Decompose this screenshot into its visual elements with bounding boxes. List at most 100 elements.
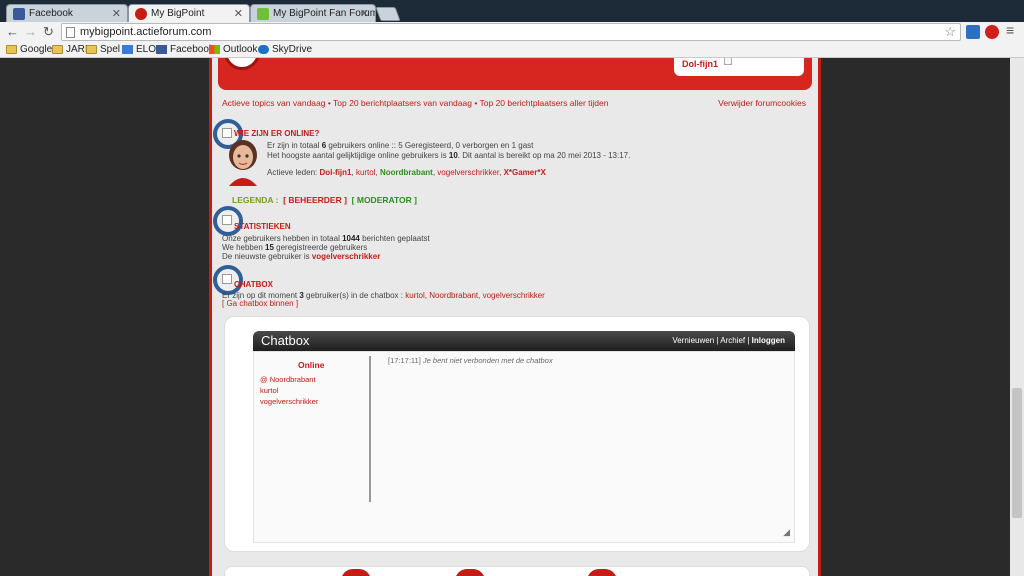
chatbox-header: Chatbox Vernieuwen | Archief | Inloggen [253, 331, 795, 351]
chat-user[interactable]: @ Noordbrabant [260, 374, 318, 385]
back-icon[interactable]: ← [6, 24, 19, 39]
bookmark-label: ELO [136, 44, 157, 55]
stats-section-title: STATISTIEKEN [234, 222, 291, 231]
tab-facebook[interactable]: Facebook ✕ [6, 4, 128, 22]
tab-bar: Facebook ✕ My BigPoint ✕ My BigPoint Fan… [0, 0, 1024, 22]
users-count: 15 [265, 243, 274, 252]
message-text: Je bent niet verbonden met de chatbox [422, 356, 553, 365]
bookmark-facebook[interactable]: Facebook [156, 44, 214, 55]
chatbox-body: Online @ Noordbrabant kurtol vogelversch… [253, 351, 795, 543]
page-scrollbar[interactable] [1010, 58, 1024, 576]
bookmark-label: Google [20, 44, 53, 55]
member-link[interactable]: Noordbrabant [380, 168, 433, 177]
new-tab-button[interactable] [375, 7, 401, 21]
refresh-link[interactable]: Vernieuwen [672, 336, 714, 345]
legend-moderator-link[interactable]: [ MODERATOR ] [352, 195, 417, 205]
chatbox-panel: Chatbox Vernieuwen | Archief | Inloggen … [224, 316, 810, 552]
folder-icon [86, 45, 97, 54]
record-count: 10 [448, 151, 458, 160]
close-icon[interactable]: ✕ [112, 7, 121, 20]
forward-icon[interactable]: → [24, 24, 37, 39]
posts-count: 1044 [342, 234, 360, 243]
outlook-extension-icon[interactable] [966, 25, 980, 39]
member-link[interactable]: vogelverschrikker [437, 168, 499, 177]
member-link[interactable]: Dol-fijn1 [319, 168, 351, 177]
broken-image-icon [222, 128, 232, 138]
text: geregistreerde gebruikers [273, 243, 368, 252]
enter-chatbox-link[interactable]: [ Ga chatbox binnen ] [222, 299, 298, 308]
bookmark-label: SkyDrive [272, 44, 313, 55]
text: De nieuwste gebruiker is [222, 252, 312, 261]
tab-label: Facebook [29, 8, 73, 19]
bookmark-outlook[interactable]: Outlook [209, 44, 257, 55]
archive-link[interactable]: Archief [720, 336, 745, 345]
reload-icon[interactable]: ↻ [43, 24, 54, 40]
microsoft-icon [209, 45, 220, 54]
online-section-title[interactable]: WIE ZIJN ER ONLINE? [234, 129, 319, 138]
bigpoint-badge-icon[interactable] [587, 569, 617, 576]
bigpoint-badge-icon[interactable] [455, 569, 485, 576]
close-icon[interactable]: ✕ [234, 7, 243, 20]
chatbox-links: Vernieuwen | Archief | Inloggen [672, 336, 785, 345]
message-time: [17:17:11] [388, 356, 421, 365]
bookmark-label: Spel [100, 44, 121, 55]
chatbox-title: Chatbox [261, 333, 310, 348]
bookmark-jari[interactable]: JARI [52, 44, 88, 55]
top-header-box: Dol-fijn1 [218, 58, 812, 90]
facebook-icon [13, 8, 25, 20]
cloud-icon [258, 45, 269, 54]
chat-message: [17:17:11] Je bent niet verbonden met de… [388, 356, 553, 365]
member-link[interactable]: X*Gamer*X [504, 168, 546, 177]
chat-users-links[interactable]: kurtol, Noordbrabant, vogelverschrikker [405, 291, 545, 300]
tab-my-bigpoint[interactable]: My BigPoint ✕ [128, 4, 250, 22]
bigpoint-icon [135, 8, 147, 20]
legend-admin-link[interactable]: [ BEHEERDER ] [283, 195, 347, 205]
member-link[interactable]: kurtol [356, 168, 376, 177]
legend-label: LEGENDA : [232, 195, 279, 205]
bookmark-label: Outlook [223, 44, 258, 55]
page-icon [66, 27, 75, 38]
bookmark-elo[interactable]: ELO [122, 44, 156, 55]
menu-icon[interactable]: ≡ [1006, 22, 1014, 38]
document-icon[interactable] [724, 58, 732, 65]
legend: LEGENDA : [ BEHEERDER ] [ MODERATOR ] [232, 195, 417, 205]
bookmark-skydrive[interactable]: SkyDrive [258, 44, 312, 55]
elo-icon [122, 45, 133, 54]
chat-user[interactable]: vogelverschrikker [260, 396, 318, 407]
address-bar[interactable]: mybigpoint.actieforum.com ☆ [61, 23, 961, 41]
text: gebruiker(s) in de chatbox : [303, 291, 406, 300]
resize-handle-icon[interactable]: ◢ [783, 527, 790, 538]
bigpoint-badge-icon[interactable] [341, 569, 371, 576]
forum-content: Dol-fijn1 Actieve topics van vandaag • T… [209, 58, 821, 576]
tab-fan-forum[interactable]: My BigPoint Fan Forum - ✕ [250, 4, 376, 22]
chat-user[interactable]: kurtol [260, 385, 318, 396]
top-username-link[interactable]: Dol-fijn1 [682, 59, 718, 69]
top-topic-links[interactable]: Actieve topics van vandaag • Top 20 beri… [222, 98, 609, 108]
url-text[interactable]: mybigpoint.actieforum.com [80, 26, 211, 38]
delete-cookies-link[interactable]: Verwijder forumcookies [718, 98, 806, 108]
tab-label: My BigPoint [151, 8, 205, 19]
text: We hebben [222, 243, 265, 252]
broken-image-icon [222, 215, 232, 225]
bookmark-google[interactable]: Google [6, 44, 52, 55]
stats-users-line: We hebben 15 geregistreerde gebruikers [222, 243, 367, 252]
browser-toolbar: ← → ↻ mybigpoint.actieforum.com ☆ ≡ [0, 22, 1024, 42]
active-members-line: Actieve leden: Dol-fijn1, kurtol, Noordb… [267, 168, 546, 177]
folder-icon [52, 45, 63, 54]
scroll-thumb[interactable] [1012, 388, 1022, 518]
text: Onze gebruikers hebben in totaal [222, 234, 343, 243]
online-record-line: Het hoogste aantal gelijktijdige online … [267, 151, 630, 160]
opera-extension-icon[interactable] [985, 25, 999, 39]
login-link[interactable]: Inloggen [752, 336, 785, 345]
text: Het hoogste aantal gelijktijdige online … [267, 151, 449, 160]
bookmark-star-icon[interactable]: ☆ [944, 24, 956, 40]
bookmark-spel[interactable]: Spel [86, 44, 120, 55]
bookmark-label: JARI [66, 44, 88, 55]
close-icon[interactable]: ✕ [360, 7, 369, 20]
chat-user-list: @ Noordbrabant kurtol vogelverschrikker [260, 374, 318, 407]
chat-divider [369, 356, 371, 502]
text: . Dit aantal is bereikt op ma 20 mei 201… [457, 151, 631, 160]
forum-icon [257, 8, 269, 20]
newest-user-link[interactable]: vogelverschrikker [312, 252, 381, 261]
user-box: Dol-fijn1 [674, 58, 804, 76]
